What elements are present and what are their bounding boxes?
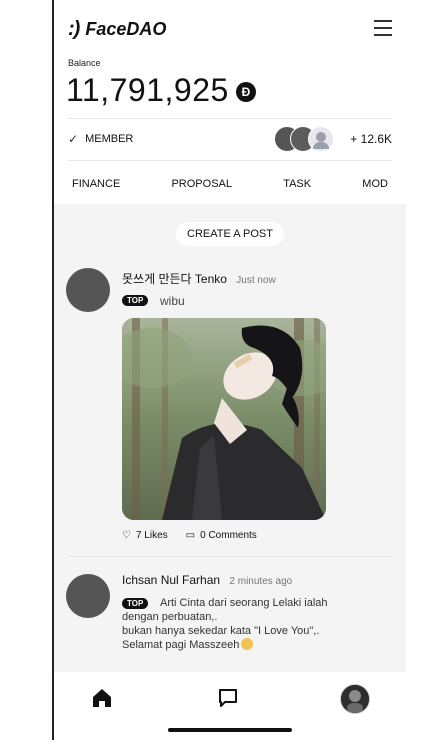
tab-task[interactable]: TASK (283, 170, 311, 198)
post-author-avatar[interactable] (66, 574, 110, 618)
phone-screen: :) FaceDAO Balance 11,791,925 Ð ✓ MEMBER… (52, 0, 406, 740)
post-author-line: 못쓰게 만든다 Tenko Just now (122, 270, 276, 287)
post-time: 2 minutes ago (229, 576, 293, 587)
hamburger-line (374, 34, 392, 36)
balance-label: Balance (68, 58, 101, 68)
profile-avatar[interactable] (340, 684, 370, 714)
heart-icon[interactable]: ♡ (122, 530, 131, 541)
chat-icon[interactable] (216, 686, 240, 710)
ok-hand-emoji-icon (241, 638, 254, 650)
tab-mod[interactable]: MOD (362, 170, 388, 198)
bottom-navigation (54, 672, 406, 740)
post-author-avatar[interactable] (66, 268, 110, 312)
post-actions: ♡ 7 Likes ▭ 0 Comments (122, 530, 257, 541)
token-icon: Ð (236, 82, 256, 102)
divider (68, 118, 392, 119)
tab-proposal[interactable]: PROPOSAL (171, 170, 232, 198)
divider (68, 160, 392, 161)
post-author-line: Ichsan Nul Farhan 2 minutes ago (122, 573, 292, 587)
app-header: :) FaceDAO (54, 0, 406, 56)
tab-finance[interactable]: FINANCE (72, 170, 120, 198)
post-text-line: Selamat pagi Masszeeh (122, 639, 240, 651)
tab-bar: FINANCE PROPOSAL TASK MOD (54, 170, 406, 198)
hamburger-line (374, 20, 392, 22)
post-author-name[interactable]: Ichsan Nul Farhan (122, 573, 220, 587)
member-status[interactable]: ✓ MEMBER (68, 132, 133, 146)
comment-icon[interactable]: ▭ (186, 530, 195, 541)
divider (68, 556, 392, 557)
feed: CREATE A POST 못쓰게 만든다 Tenko Just now TOP… (54, 204, 406, 672)
home-icon[interactable] (90, 686, 114, 710)
logo-mark: :) (68, 18, 80, 40)
post-text-line-last: Selamat pagi Masszeeh (122, 638, 392, 652)
post-time: Just now (236, 275, 276, 286)
comments-count[interactable]: 0 Comments (200, 530, 257, 541)
post-text-line: Arti Cinta dari seorang Lelaki ialah (160, 597, 328, 609)
hamburger-menu-icon[interactable] (374, 20, 392, 36)
post-image[interactable] (122, 318, 326, 520)
balance-value: 11,791,925 (66, 72, 229, 108)
post-text: wibu (160, 294, 185, 308)
post-author-name[interactable]: 못쓰게 만든다 Tenko (122, 272, 227, 286)
member-label: MEMBER (85, 133, 134, 145)
profile-avatar-image (341, 685, 369, 713)
brand-name: FaceDAO (85, 19, 167, 39)
post-text-line: dengan perbuatan,. (122, 611, 218, 623)
facedao-logo[interactable]: :) FaceDAO (68, 18, 166, 41)
home-indicator[interactable] (168, 728, 292, 732)
check-icon: ✓ (68, 132, 79, 146)
hamburger-line (374, 27, 392, 29)
post-illustration (122, 318, 326, 520)
post-text-line: bukan hanya sekedar kata "I Love You",. (122, 625, 320, 637)
top-badge: TOP (122, 295, 149, 306)
avatar-placeholder-icon (308, 126, 334, 152)
member-count: + 12.6K (350, 132, 392, 146)
member-avatars[interactable] (274, 126, 344, 152)
create-post-button[interactable]: CREATE A POST (176, 222, 284, 246)
post-text: Arti Cinta dari seorang Lelaki ialah den… (122, 596, 392, 652)
likes-count[interactable]: 7 Likes (136, 530, 168, 541)
